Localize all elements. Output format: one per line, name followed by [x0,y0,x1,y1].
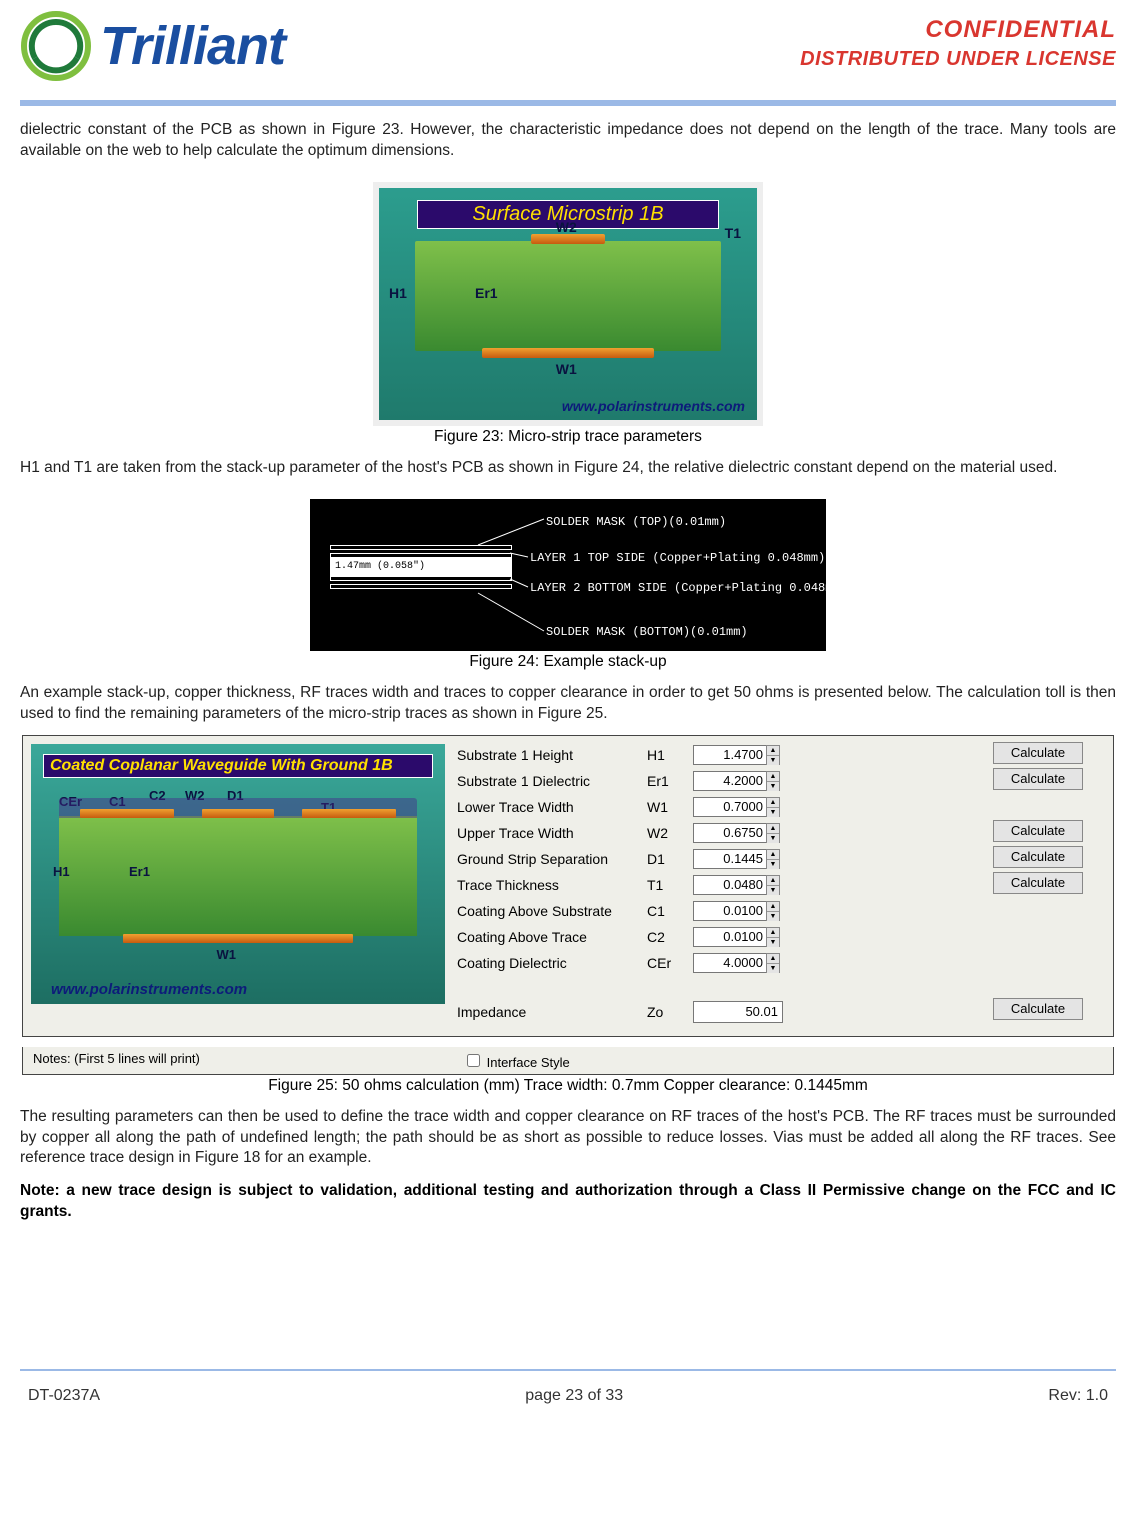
param-symbol: W2 [647,825,693,841]
param-input[interactable] [693,875,767,895]
param-label: Lower Trace Width [457,799,647,815]
page-header: Trilliant CONFIDENTIAL DISTRIBUTED UNDER… [20,0,1116,82]
fig25-interface-checkbox[interactable] [467,1054,480,1067]
calculate-button[interactable]: Calculate [993,768,1083,790]
param-input[interactable] [693,823,767,843]
calculate-button[interactable]: Calculate [993,820,1083,842]
fig25-anno-w1: W1 [217,947,237,962]
figure-23: Surface Microstrip 1B W2 T1 H1 Er1 W1 ww… [20,182,1116,446]
param-label: Upper Trace Width [457,825,647,841]
param-input[interactable] [693,797,767,817]
footer-page-number: page 23 of 33 [525,1387,623,1405]
param-label: Ground Strip Separation [457,851,647,867]
fig25-param-row: Lower Trace WidthW1 ▲▼ [457,794,983,820]
param-symbol: W1 [647,799,693,815]
footer-doc-id: DT-0237A [28,1387,100,1405]
param-input[interactable] [693,849,767,869]
fig25-param-row: Substrate 1 DielectricEr1 ▲▼ [457,768,983,794]
fig24-caption: Figure 24: Example stack-up [20,653,1116,671]
spinner[interactable]: ▲▼ [766,875,780,895]
fig25-caption: Figure 25: 50 ohms calculation (mm) Trac… [20,1077,1116,1095]
footer-revision: Rev: 1.0 [1048,1387,1108,1405]
spinner[interactable]: ▲▼ [766,927,780,947]
spinner[interactable]: ▲▼ [766,953,780,973]
param-input[interactable] [693,771,767,791]
fig23-caption: Figure 23: Micro-strip trace parameters [20,428,1116,446]
param-input[interactable] [693,927,767,947]
param-label: Coating Dielectric [457,955,647,971]
param-symbol: T1 [647,877,693,893]
impedance-symbol: Zo [647,1004,693,1020]
fig23-label-er1: Er1 [475,285,498,301]
param-symbol: H1 [647,747,693,763]
fig25-interface-label: Interface Style [487,1055,570,1070]
paragraph-2: H1 and T1 are taken from the stack-up pa… [20,458,1116,479]
fig25-url: www.polarinstruments.com [51,981,247,998]
param-input[interactable] [693,953,767,973]
footer-rule [20,1369,1116,1371]
brand-name: Trilliant [100,15,285,77]
fig25-title: Coated Coplanar Waveguide With Ground 1B [43,754,433,778]
fig25-notes-label: Notes: (First 5 lines will print) [23,1047,453,1074]
trilliant-logo-icon [20,10,92,82]
fig25-impedance-row: ImpedanceZo50.01 [457,994,983,1030]
spinner[interactable]: ▲▼ [766,771,780,791]
paragraph-4: The resulting parameters can then be use… [20,1107,1116,1170]
spinner[interactable]: ▲▼ [766,849,780,869]
fig25-param-row: Coating Above SubstrateC1 ▲▼ [457,898,983,924]
param-symbol: CEr [647,955,693,971]
header-rule [20,100,1116,106]
param-label: Substrate 1 Height [457,747,647,763]
spinner[interactable]: ▲▼ [766,901,780,921]
fig23-label-w1: W1 [556,361,577,377]
fig25-anno-h1: H1 [53,864,70,879]
spinner[interactable]: ▲▼ [766,745,780,765]
fig25-parameters: Substrate 1 HeightH1▲▼Substrate 1 Dielec… [453,736,993,1036]
fig25-param-row: Trace ThicknessT1 ▲▼ [457,872,983,898]
stamp-confidential: CONFIDENTIAL [800,16,1116,44]
fig23-url: www.polarinstruments.com [562,398,745,414]
param-input[interactable] [693,901,767,921]
fig25-calc-column: Calculate Calculate Calculate Calculate Calc… [993,736,1113,1036]
fig25-param-row: Coating DielectricCEr ▲▼ [457,950,983,976]
paragraph-1: dielectric constant of the PCB as shown … [20,120,1116,162]
fig23-label-h1: H1 [389,285,407,301]
param-symbol: C2 [647,929,693,945]
calculate-button[interactable]: Calculate [993,742,1083,764]
impedance-value: 50.01 [693,1001,783,1023]
param-symbol: Er1 [647,773,693,789]
param-symbol: C1 [647,903,693,919]
param-label: Coating Above Trace [457,929,647,945]
brand-logo: Trilliant [20,10,285,82]
note-paragraph: Note: a new trace design is subject to v… [20,1181,1116,1223]
calculate-button[interactable]: Calculate [993,872,1083,894]
page-root: Trilliant CONFIDENTIAL DISTRIBUTED UNDER… [0,0,1136,1441]
page-footer: DT-0237A page 23 of 33 Rev: 1.0 [20,1381,1116,1421]
param-symbol: D1 [647,851,693,867]
figure-24: 1.47mm (0.058") SOLDER MASK (TOP)(0.01mm… [20,499,1116,671]
fig23-label-t1: T1 [725,225,741,241]
spinner[interactable]: ▲▼ [766,823,780,843]
spinner[interactable]: ▲▼ [766,797,780,817]
calculate-button[interactable]: Calculate [993,846,1083,868]
fig23-label-w2: W2 [556,219,577,235]
paragraph-3: An example stack-up, copper thickness, R… [20,683,1116,725]
stamp-license: DISTRIBUTED UNDER LICENSE [800,48,1116,71]
fig25-param-row: Coating Above TraceC2 ▲▼ [457,924,983,950]
fig25-param-row: Substrate 1 HeightH1 ▲▼ [457,742,983,768]
param-label: Coating Above Substrate [457,903,647,919]
impedance-label: Impedance [457,1004,647,1020]
confidentiality-stamps: CONFIDENTIAL DISTRIBUTED UNDER LICENSE [800,10,1116,71]
fig25-param-row: Upper Trace WidthW2 ▲▼ [457,820,983,846]
calculate-button[interactable]: Calculate [993,998,1083,1020]
param-input[interactable] [693,745,767,765]
fig25-anno-er1: Er1 [129,864,150,879]
param-label: Trace Thickness [457,877,647,893]
figure-25: Coated Coplanar Waveguide With Ground 1B… [20,735,1116,1095]
param-label: Substrate 1 Dielectric [457,773,647,789]
fig25-param-row: Ground Strip SeparationD1 ▲▼ [457,846,983,872]
